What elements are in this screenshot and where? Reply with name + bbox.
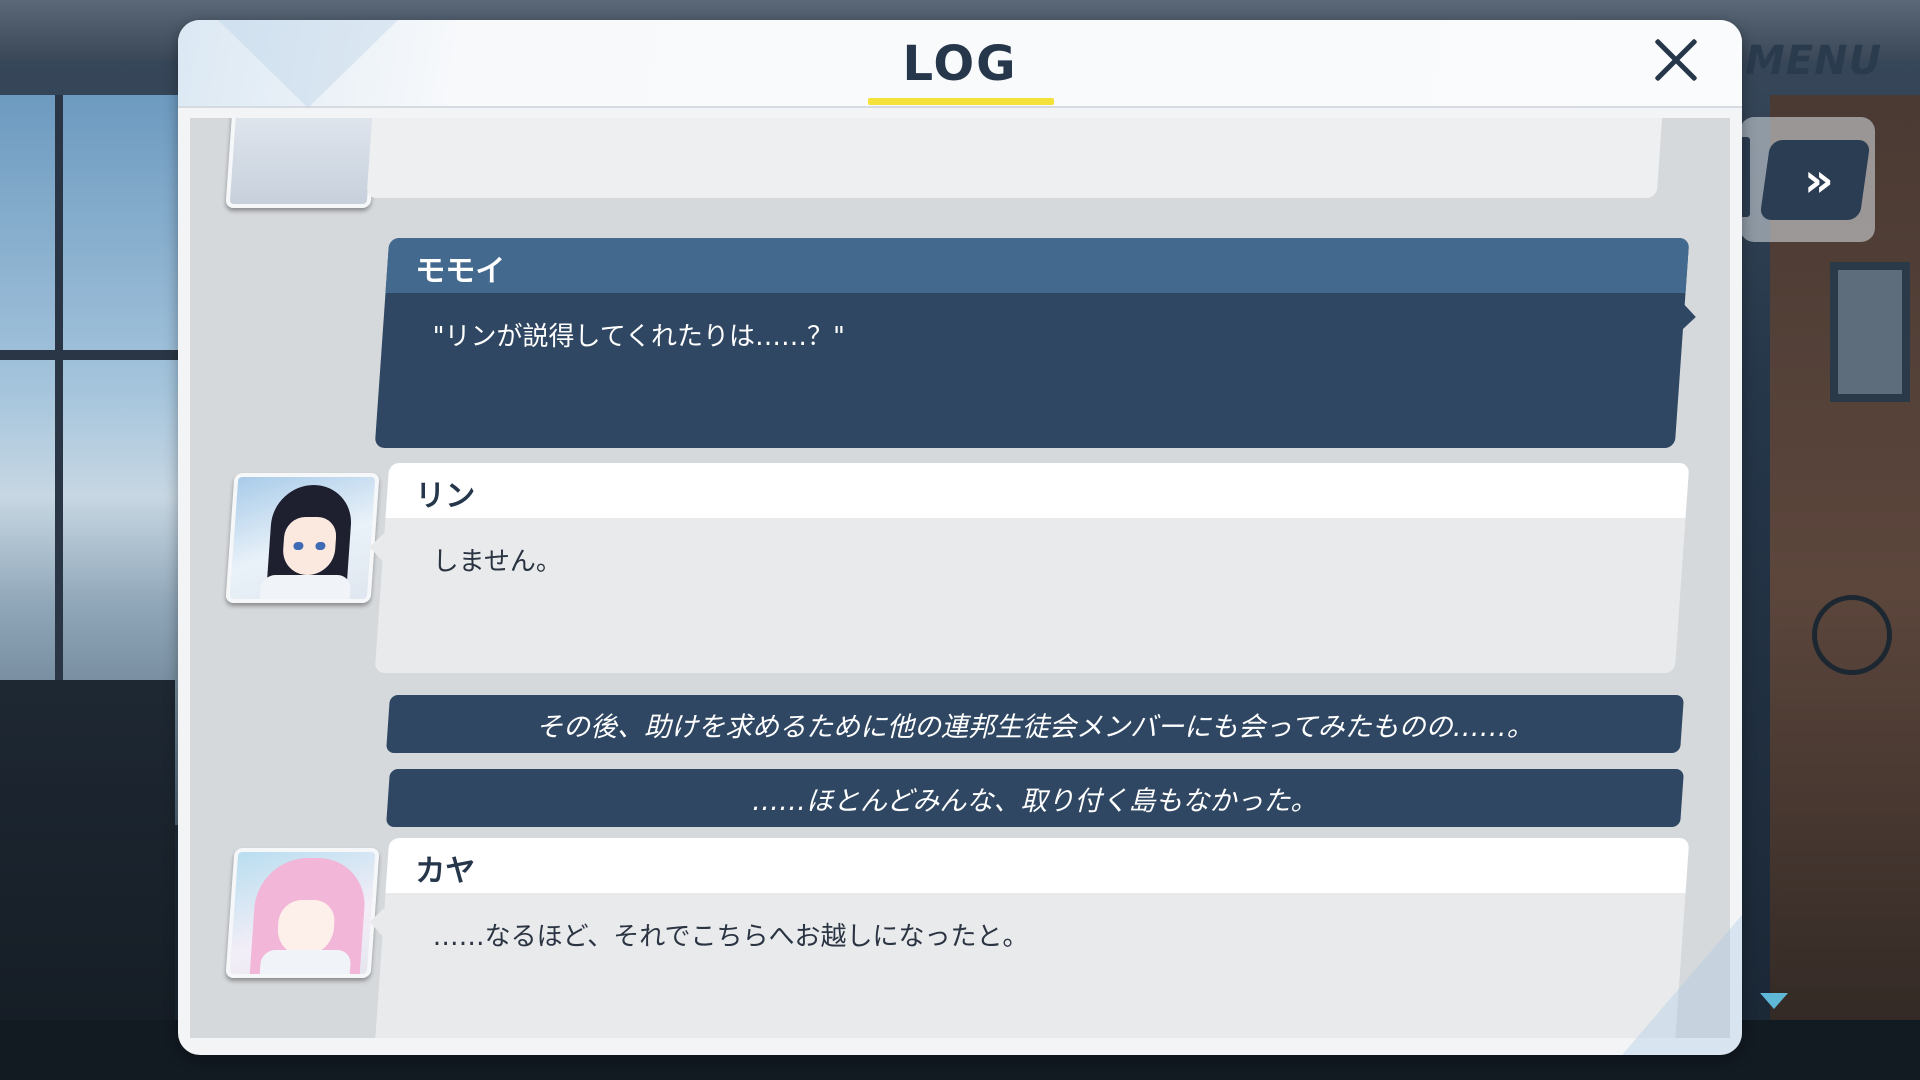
close-icon[interactable] [1646,30,1706,90]
avatar-shirt [259,950,352,978]
message-text: ……なるほど、それでこちらへお越しになったと。 [432,922,1029,952]
speaker-header: モモイ [385,238,1690,293]
narration-line: その後、助けを求めるために他の連邦生徒会メンバーにも会ってみたものの……。 [385,695,1685,753]
title-underline [868,98,1054,105]
message-text: しません。 [432,547,562,577]
speaker-name: カヤ [415,854,476,889]
speaker-name: リン [415,479,476,514]
background-picture-frame [1830,262,1910,402]
bubble-tail [368,533,385,561]
bubble-tail [1680,303,1697,331]
background-wall [1770,95,1920,1080]
bubble-tail [368,908,385,936]
log-entry-previous [366,118,1664,198]
log-scroll-area[interactable]: モモイ "リンが説得してくれたりは……？" リン しません。 その後、助けを求め… [190,118,1730,1038]
log-header: LOG [178,20,1742,108]
fast-forward-button[interactable]: » [1759,140,1871,220]
log-entry-rin: リン しません。 [368,463,1690,673]
message-text: "リンが説得してくれたりは……？" [432,322,845,352]
speaker-header: カヤ [385,838,1690,893]
narration-text: ……ほとんどみんな、取り付く島もなかった。 [752,785,1318,817]
narration-text: その後、助けを求めるために他の連邦生徒会メンバーにも会ってみたものの……。 [536,711,1534,743]
fast-forward-icon: » [1804,153,1826,207]
scroll-down-icon[interactable] [1760,993,1788,1009]
panel-decoration [1622,915,1742,1055]
avatar-previous [225,118,380,208]
log-entry-kaya: カヤ ……なるほど、それでこちらへお越しになったと。 [368,838,1690,1038]
log-panel: LOG モモイ "リンが説得してくれたりは……？" リン しません。 その後、助… [178,20,1742,1055]
menu-button[interactable]: MENU [1745,38,1882,84]
background-globe [1812,595,1892,675]
page-title: LOG [902,36,1018,92]
narration-line: ……ほとんどみんな、取り付く島もなかった。 [385,769,1685,827]
speaker-name: モモイ [415,254,506,289]
avatar-rin [225,473,380,603]
log-entry-momoi: モモイ "リンが説得してくれたりは……？" [374,238,1697,448]
avatar-kaya [225,848,380,978]
speaker-header: リン [385,463,1690,518]
avatar-shirt [259,575,352,603]
